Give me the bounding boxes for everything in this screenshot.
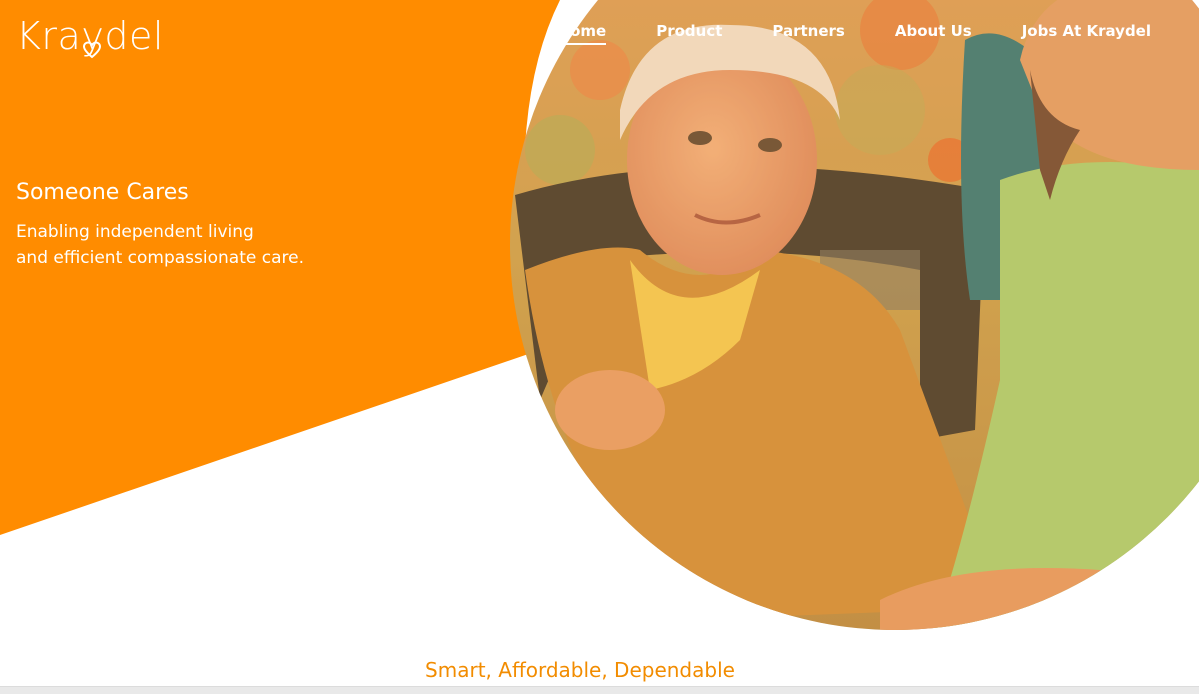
nav-item-partners[interactable]: Partners [772, 22, 844, 45]
hero-subtitle: Enabling independent living and efficien… [16, 219, 376, 271]
hero-photo [510, 0, 1199, 630]
main-nav: Home Product Partners About Us Jobs At K… [508, 22, 1151, 45]
nav-item-home[interactable]: Home [557, 22, 606, 45]
heart-icon [82, 41, 102, 59]
hero-subtitle-line-2: and efficient compassionate care. [16, 248, 304, 268]
section-tagline: Smart, Affordable, Dependable [425, 658, 735, 682]
nav-item-product[interactable]: Product [656, 22, 722, 45]
hero-title: Someone Cares [16, 180, 189, 205]
hero-subtitle-line-1: Enabling independent living [16, 222, 254, 242]
nav-item-jobs[interactable]: Jobs At Kraydel [1022, 22, 1151, 45]
nav-item-about-us[interactable]: About Us [895, 22, 972, 45]
hero-section: Kraydel Home Product Partners About Us J… [0, 0, 1199, 640]
